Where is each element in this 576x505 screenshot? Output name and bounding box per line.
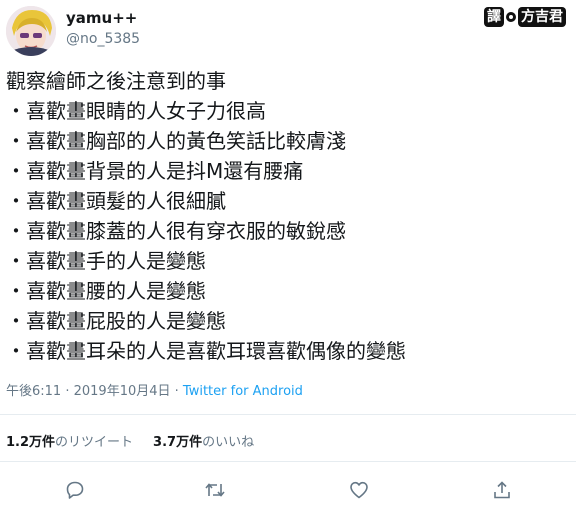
tweet-line: 觀察繪師之後注意到的事 <box>6 69 226 93</box>
tweet-meta: 午後6:11 · 2019年10月4日 · Twitter for Androi… <box>6 380 303 399</box>
reply-icon <box>66 481 84 499</box>
like-stat[interactable]: 3.7万件のいいね <box>153 435 254 450</box>
retweet-count: 1.2万件 <box>6 435 56 450</box>
retweet-stat[interactable]: 1.2万件のリツイート <box>6 435 133 450</box>
translator-watermark: 譯 方吉君 <box>484 6 570 28</box>
retweet-label: のリツイート <box>55 435 134 450</box>
tweet-line: ・喜歡畫背景的人是抖M還有腰痛 <box>6 159 304 183</box>
tweet-line: ・喜歡畫眼睛的人女子力很高 <box>6 99 266 123</box>
like-button[interactable] <box>345 476 373 504</box>
watermark-dot-icon <box>506 12 516 22</box>
tweet-actions <box>0 476 576 504</box>
divider <box>0 461 576 462</box>
tweet-text: 觀察繪師之後注意到的事 ・喜歡畫眼睛的人女子力很高 ・喜歡畫胸部的人的黃色笑話比… <box>6 66 566 366</box>
avatar[interactable] <box>6 6 56 56</box>
user-handle[interactable]: @no_5385 <box>66 31 140 47</box>
share-button[interactable] <box>488 476 516 504</box>
tweet-date[interactable]: 2019年10月4日 <box>74 384 171 399</box>
tweet-line: ・喜歡畫耳朵的人是喜歡耳環喜歡偶像的變態 <box>6 339 406 363</box>
tweet-line: ・喜歡畫手的人是變態 <box>6 249 206 273</box>
share-icon <box>494 481 510 499</box>
tweet-stats: 1.2万件のリツイート 3.7万件のいいね <box>6 431 254 450</box>
tweet-time[interactable]: 午後6:11 <box>6 384 61 399</box>
reply-button[interactable] <box>61 476 89 504</box>
like-count: 3.7万件 <box>153 435 203 450</box>
divider <box>0 414 576 415</box>
display-name[interactable]: yamu++ <box>66 9 137 27</box>
meta-separator: · <box>170 384 183 399</box>
tweet-source-link[interactable]: Twitter for Android <box>183 384 303 399</box>
tweet-line: ・喜歡畫頭髮的人很細膩 <box>6 189 226 213</box>
tweet-header: yamu++ @no_5385 譯 方吉君 <box>0 0 576 62</box>
tweet-line: ・喜歡畫屁股的人是變態 <box>6 309 226 333</box>
meta-separator: · <box>61 384 74 399</box>
tweet-line: ・喜歡畫胸部的人的黃色笑話比較膚淺 <box>6 129 346 153</box>
like-label: のいいね <box>202 435 255 450</box>
like-icon <box>350 481 368 499</box>
tweet-line: ・喜歡畫膝蓋的人很有穿衣服的敏銳感 <box>6 219 346 243</box>
retweet-button[interactable] <box>201 476 229 504</box>
watermark-label-translate: 譯 <box>484 7 504 27</box>
retweet-icon <box>205 483 225 497</box>
tweet-line: ・喜歡畫腰的人是變態 <box>6 279 206 303</box>
watermark-label-name: 方吉君 <box>518 7 566 27</box>
